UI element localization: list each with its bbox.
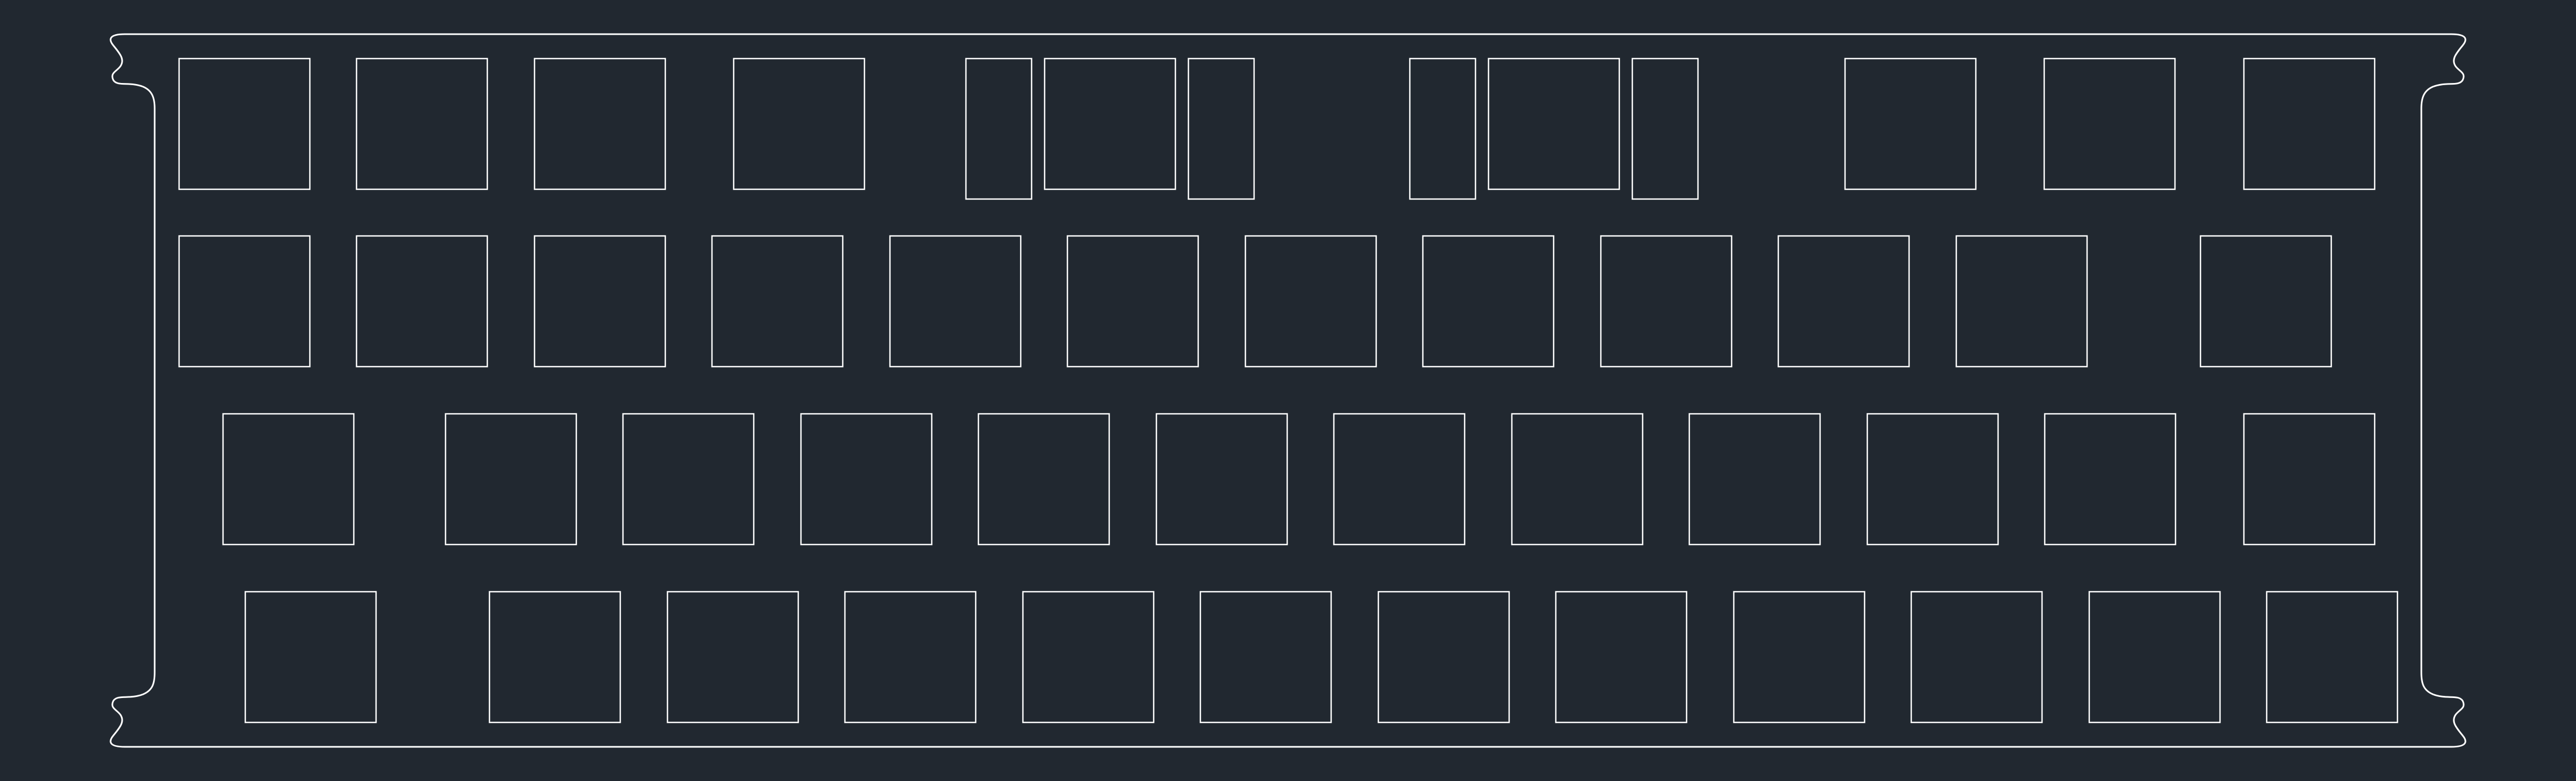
keyboard-plate-drawing — [0, 0, 2576, 781]
drawing-background — [0, 0, 2576, 781]
